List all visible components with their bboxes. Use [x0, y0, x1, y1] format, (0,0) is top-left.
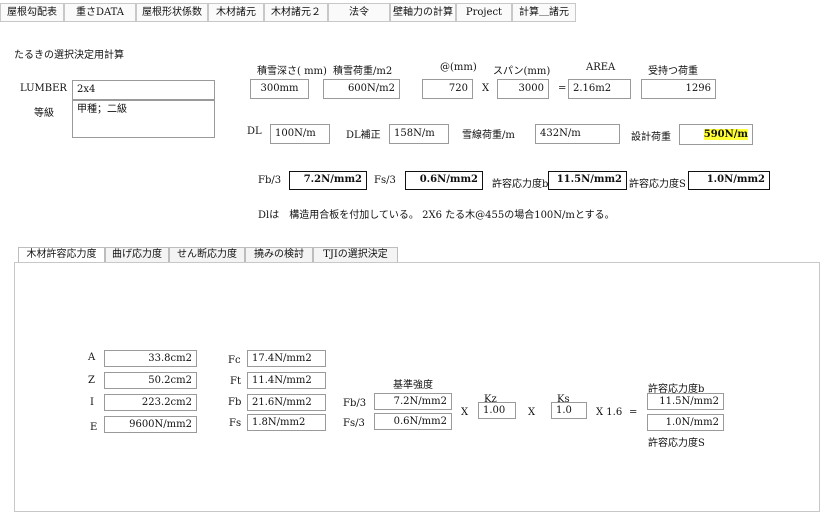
allow-s-field[interactable]: 1.0N/mm2 [688, 171, 770, 190]
span-field[interactable]: 3000 [497, 79, 549, 99]
ft-field[interactable]: 11.4N/mm2 [247, 372, 326, 389]
dl-adjust-field[interactable]: 158N/m [389, 124, 449, 144]
factor-multiply-2: X [528, 407, 536, 418]
base-fs3-label: Fs/3 [343, 418, 365, 429]
factor-multiply-16: X 1.6 [596, 407, 623, 418]
prop-z-label: Z [88, 375, 95, 386]
tab-roof-pitch-table[interactable]: 屋根勾配表 [0, 3, 64, 22]
result-allow-b-field[interactable]: 11.5N/mm2 [647, 393, 724, 410]
prop-a-label: A [88, 352, 96, 363]
fs-field[interactable]: 1.8N/mm2 [247, 414, 326, 431]
tab-wood-specs-2[interactable]: 木材諸元２ [264, 3, 328, 22]
design-load-value: 590N/m [703, 129, 748, 140]
tab-calc-specs[interactable]: 計算＿諸元 [512, 3, 576, 22]
prop-i-label: I [90, 397, 94, 408]
ks-field[interactable]: 1.0 [551, 402, 587, 419]
fb3-field[interactable]: 7.2N/mm2 [289, 171, 367, 190]
base-strength-title: 基準強度 [393, 380, 433, 391]
area-label: AREA [586, 62, 616, 73]
snow-load-label: 積雪荷重/m2 [333, 66, 393, 77]
fb3-label: Fb/3 [258, 175, 282, 186]
factor-multiply-1: X [461, 407, 469, 418]
tab-tji-selection[interactable]: TJIの選択決定 [313, 247, 398, 262]
tab-roof-shape-factor[interactable]: 屋根形状係数 [136, 3, 208, 22]
design-load-field[interactable]: 590N/m [679, 124, 753, 145]
fs-label: Fs [229, 418, 242, 429]
snow-line-load-field[interactable]: 432N/m [535, 124, 620, 144]
result-allow-s-field[interactable]: 1.0N/mm2 [647, 414, 724, 431]
fc-field[interactable]: 17.4N/mm2 [247, 350, 326, 367]
tab-law[interactable]: 法令 [328, 3, 390, 22]
tab-shear-stress[interactable]: せん断応力度 [169, 247, 245, 262]
base-fs3-field[interactable]: 0.6N/mm2 [374, 413, 452, 430]
snow-load-field[interactable]: 600N/m2 [323, 79, 400, 99]
area-field[interactable]: 2.16m2 [568, 79, 631, 99]
snow-depth-label: 積雪深さ( mm) [257, 66, 327, 77]
dl-adjust-label: DL補正 [346, 130, 381, 141]
span-label: スパン(mm) [493, 66, 551, 77]
dl-note: Dlは 構造用合板を付加している。 2X6 たる木@455の場合100N/mとす… [258, 210, 615, 221]
equals-sign: = [558, 83, 567, 94]
allow-b-label: 許容応力度b [492, 179, 549, 190]
dl-field[interactable]: 100N/m [270, 124, 330, 144]
fs3-field[interactable]: 0.6N/mm2 [405, 171, 483, 190]
result-allow-s-label: 許容応力度S [648, 438, 705, 449]
lumber-label: LUMBER [20, 83, 67, 94]
multiply-sign: X [482, 83, 490, 94]
fc-label: Fc [228, 355, 241, 366]
prop-z-field[interactable]: 50.2cm2 [104, 372, 197, 389]
snow-depth-field[interactable]: 300mm [250, 79, 309, 99]
dl-label: DL [247, 126, 262, 137]
base-fb3-label: Fb/3 [343, 398, 367, 409]
fb-field[interactable]: 21.6N/mm2 [247, 394, 326, 411]
pitch-label: @(mm) [440, 62, 477, 73]
prop-e-label: E [90, 422, 98, 433]
allow-s-label: 許容応力度S [629, 179, 686, 190]
share-load-label: 受持つ荷重 [648, 66, 698, 77]
pitch-field[interactable]: 720 [422, 79, 473, 99]
prop-a-field[interactable]: 33.8cm2 [104, 350, 197, 367]
lumber-field[interactable]: 2x4 [72, 80, 215, 100]
tab-weight-data[interactable]: 重さDATA [64, 3, 136, 22]
tab-wood-allowable-stress[interactable]: 木材許容応力度 [18, 247, 105, 262]
fs3-label: Fs/3 [374, 175, 396, 186]
result-equals-sign: = [629, 407, 638, 418]
grade-field[interactable]: 甲種；二級 [72, 100, 215, 138]
prop-e-field[interactable]: 9600N/mm2 [104, 416, 197, 433]
base-fb3-field[interactable]: 7.2N/mm2 [374, 393, 452, 410]
tab-project[interactable]: Project [456, 3, 512, 22]
prop-i-field[interactable]: 223.2cm2 [104, 394, 197, 411]
tab-wall-axial-force[interactable]: 壁軸力の計算 [390, 3, 456, 22]
allow-b-field[interactable]: 11.5N/mm2 [548, 171, 627, 190]
snow-line-load-label: 雪線荷重/m [462, 130, 515, 141]
design-load-label: 設計荷重 [631, 132, 671, 143]
kz-field[interactable]: 1.00 [478, 402, 516, 419]
grade-label: 等級 [34, 108, 54, 119]
ft-label: Ft [230, 376, 241, 387]
fb-label: Fb [228, 397, 242, 408]
tab-wood-specs[interactable]: 木材諸元 [208, 3, 264, 22]
section-title: たるきの選択決定用計算 [14, 50, 124, 61]
share-load-field[interactable]: 1296 [641, 79, 716, 99]
tab-bending-stress[interactable]: 曲げ応力度 [105, 247, 169, 262]
tab-deflection-check[interactable]: 撓みの検討 [245, 247, 313, 262]
